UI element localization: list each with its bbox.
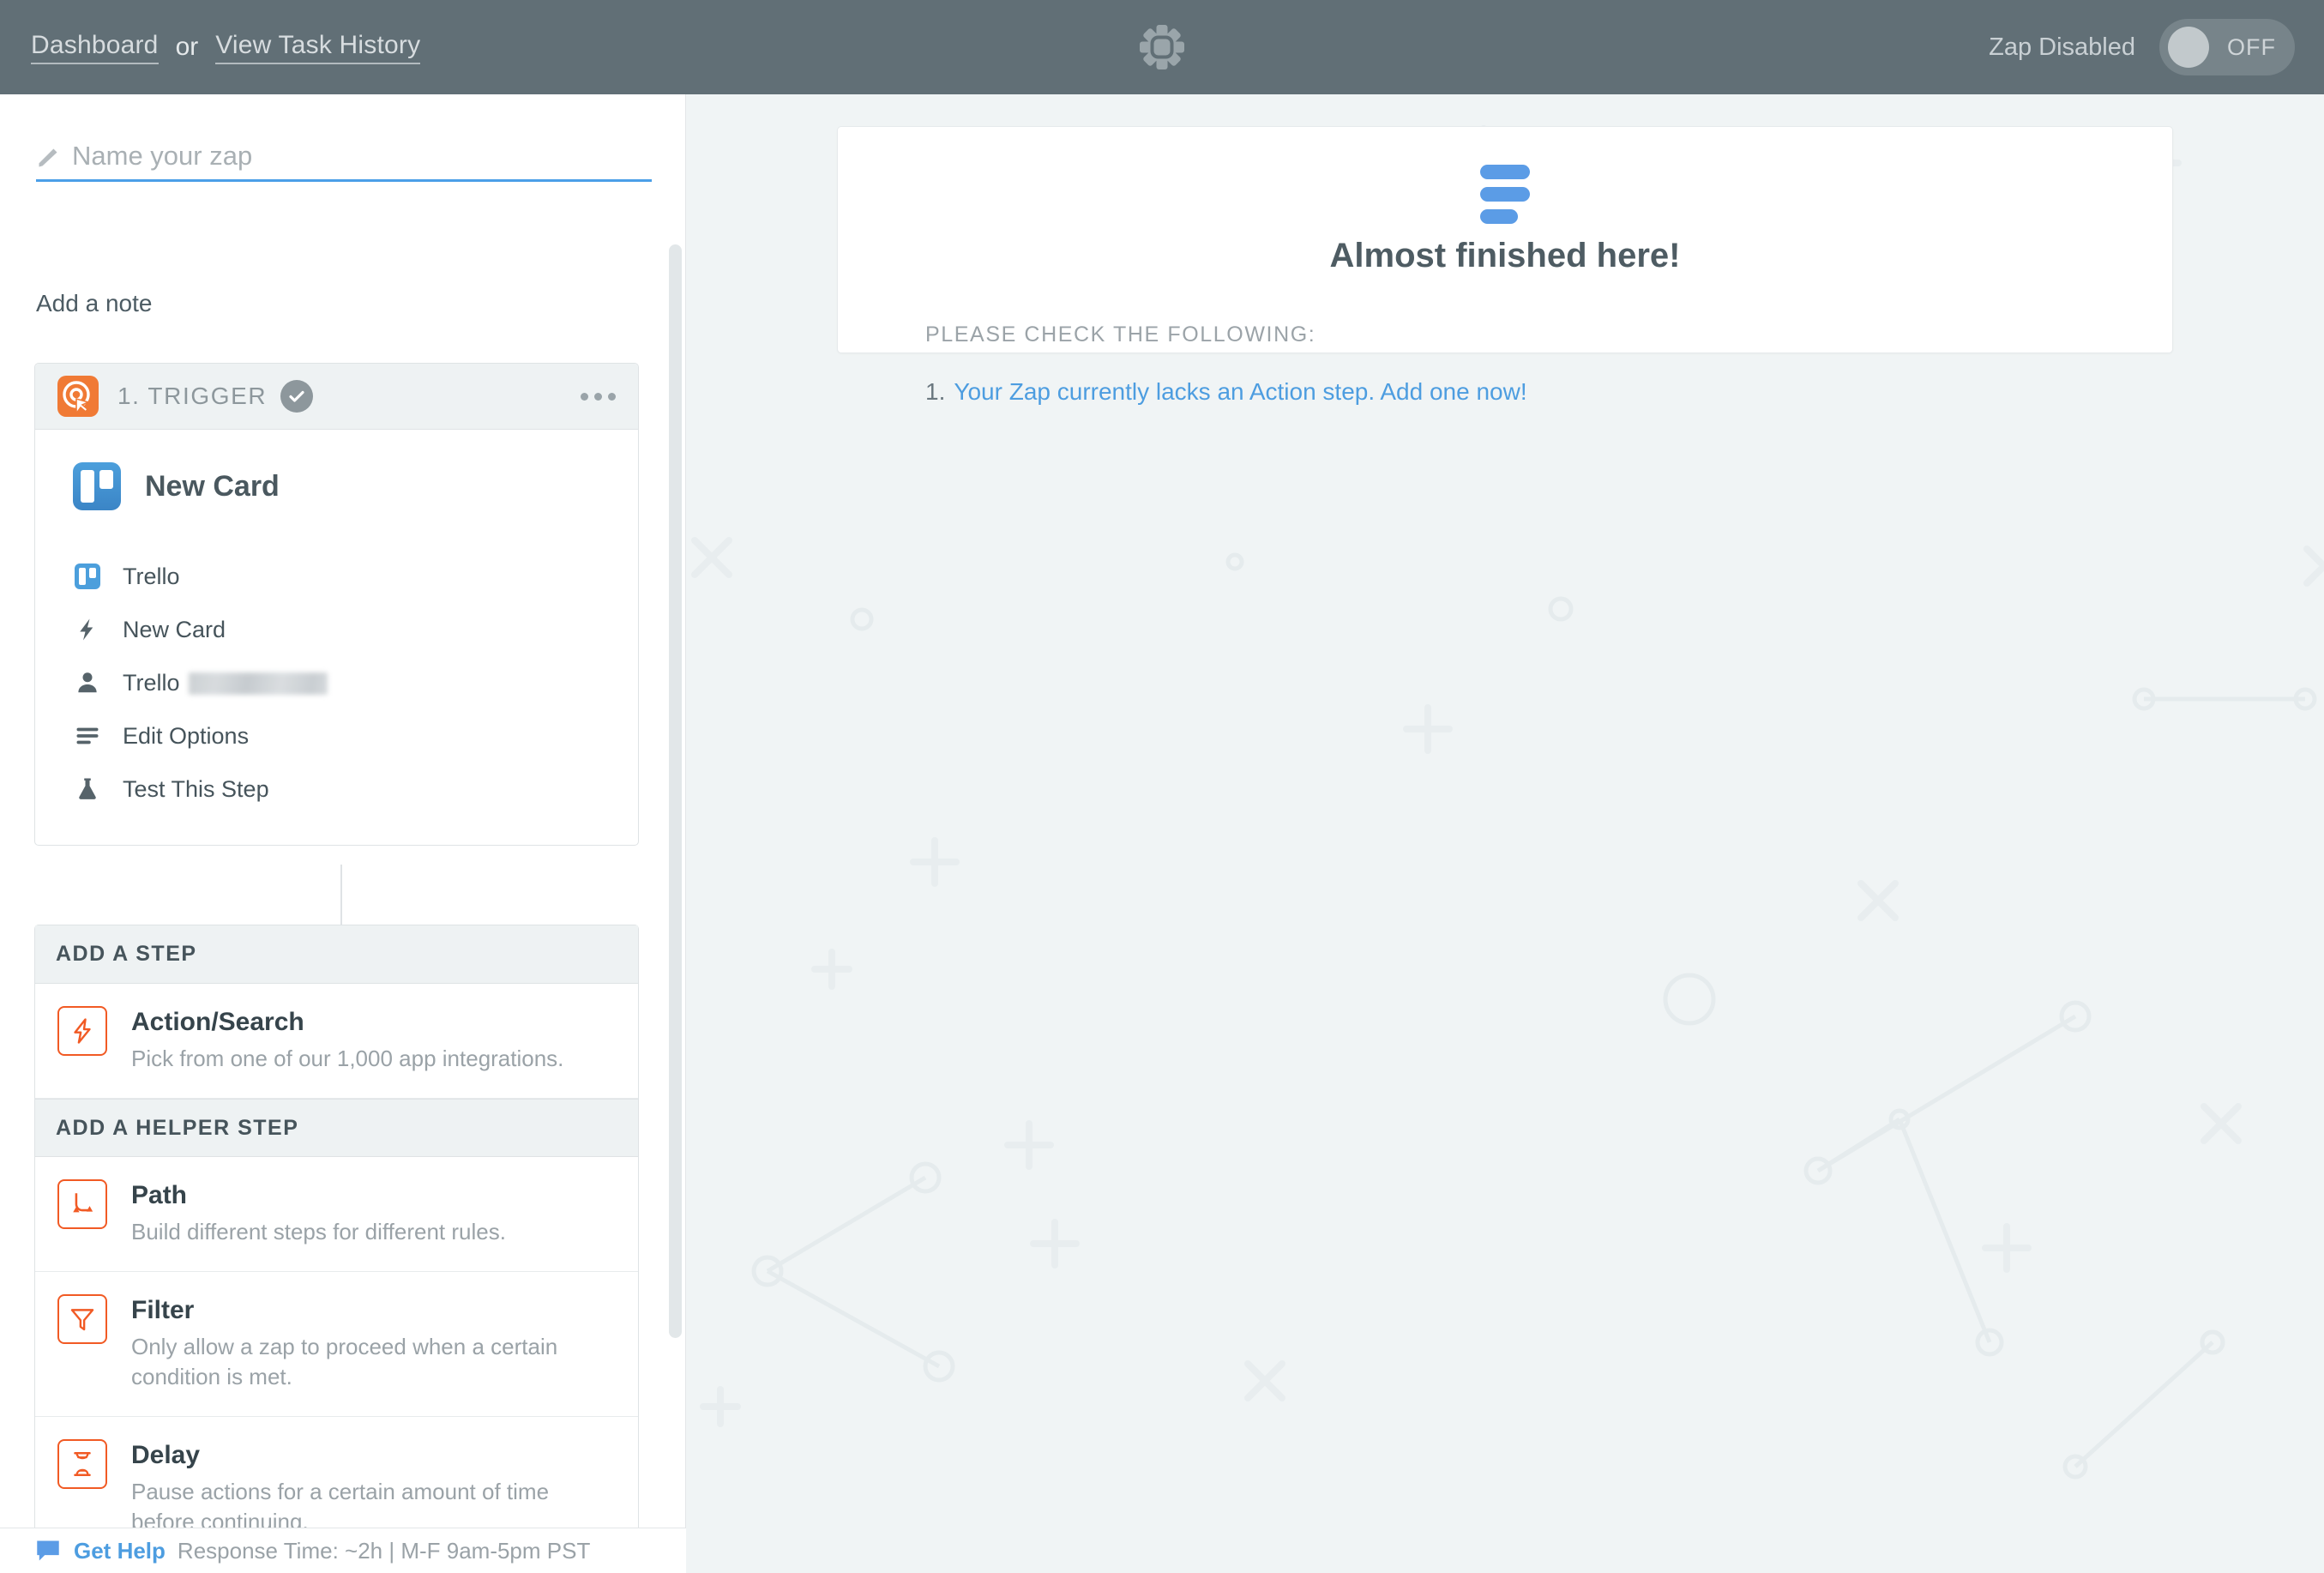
issue-number: 1. [925, 378, 946, 405]
add-action-step-link[interactable]: Your Zap currently lacks an Action step.… [954, 378, 1526, 406]
trigger-step-row-app[interactable]: Trello [35, 550, 638, 603]
view-task-history-link[interactable]: View Task History [215, 31, 421, 64]
add-a-helper-step-header: ADD A HELPER STEP [35, 1099, 638, 1158]
step-label-event: New Card [123, 616, 226, 642]
step-label-app: Trello [123, 563, 180, 589]
step-label-edit-options: Edit Options [123, 722, 250, 749]
trello-icon [73, 462, 121, 510]
add-a-note-button[interactable]: Add a note [36, 290, 152, 317]
trigger-card-header[interactable]: 1. TRIGGER [35, 364, 638, 430]
trigger-step-label: 1. TRIGGER [117, 383, 268, 409]
option-description: Only allow a zap to proceed when a certa… [131, 1334, 558, 1390]
option-title: Action/Search [131, 1008, 304, 1036]
branch-path-icon [57, 1179, 107, 1230]
zap-status-card: Almost finished here! PLEASE CHECK THE F… [837, 126, 2173, 405]
zap-status-area: Zap Disabled OFF [1989, 0, 2295, 94]
get-help-link[interactable]: Get Help [74, 1538, 166, 1564]
sidebar-scrollbar-thumb[interactable] [669, 244, 682, 1338]
zap-status-label: Zap Disabled [1989, 33, 2135, 61]
list-lines-icon [73, 721, 102, 750]
funnel-icon [57, 1294, 107, 1345]
three-bars-icon [1480, 165, 1530, 224]
check-circle-icon [280, 380, 314, 413]
step-connector-line [340, 865, 342, 926]
option-description: Pause actions for a certain amount of ti… [131, 1479, 550, 1528]
zap-enable-toggle[interactable]: OFF [2159, 19, 2295, 75]
trigger-step-row-event[interactable]: New Card [35, 603, 638, 656]
sidebar-scroll-region[interactable]: Add a note 1. TRIGGER [0, 94, 685, 1528]
trigger-title: New Card [145, 469, 280, 503]
pencil-icon [39, 148, 57, 167]
toggle-knob [2168, 27, 2209, 68]
page-title: Almost finished here! [1329, 237, 1681, 274]
trigger-step-row-account[interactable]: Trello [35, 656, 638, 709]
option-description: Build different steps for different rule… [131, 1219, 506, 1245]
trigger-card-body: New Card Trello New Card Trello Edit Opt… [35, 430, 638, 845]
step-label-test: Test This Step [123, 775, 269, 802]
helper-step-option-path[interactable]: Path Build different steps for different… [35, 1157, 638, 1273]
option-title: Delay [131, 1441, 201, 1470]
helper-step-option-delay[interactable]: Delay Pause actions for a certain amount… [35, 1417, 638, 1528]
zapier-asterisk-icon [1137, 22, 1187, 72]
trigger-step-row-test[interactable]: Test This Step [35, 762, 638, 816]
lightning-bolt-outline-icon [57, 1006, 107, 1056]
flask-icon [73, 774, 102, 804]
top-bar-nav: Dashboard or View Task History [31, 0, 421, 94]
top-bar: Dashboard or View Task History Zap Disab… [0, 0, 2324, 94]
main-content-area: Almost finished here! PLEASE CHECK THE F… [686, 94, 2324, 1573]
helper-step-option-filter[interactable]: Filter Only allow a zap to proceed when … [35, 1272, 638, 1418]
help-footer-bar: Get Help Response Time: ~2h | M-F 9am-5p… [0, 1528, 686, 1573]
person-icon [73, 668, 102, 697]
hourglass-icon [57, 1439, 107, 1490]
trigger-step-card: 1. TRIGGER New Card Trello New Card Trel… [34, 363, 639, 846]
option-title: Path [131, 1181, 188, 1210]
sidebar-scrollbar-track[interactable] [669, 94, 684, 1528]
nav-separator-text: or [175, 33, 199, 61]
zap-name-input[interactable] [72, 142, 638, 172]
toggle-state-label: OFF [2227, 33, 2276, 60]
option-description: Pick from one of our 1,000 app integrati… [131, 1046, 564, 1071]
step-label-account: Trello [123, 670, 328, 696]
zap-editor-sidebar: Add a note 1. TRIGGER [0, 94, 686, 1528]
add-step-option-action-search[interactable]: Action/Search Pick from one of our 1,000… [35, 984, 638, 1100]
trigger-title-row: New Card [35, 462, 638, 510]
check-following-label: PLEASE CHECK THE FOLLOWING: [925, 322, 1316, 347]
trello-icon [73, 562, 102, 591]
trigger-step-row-edit-options[interactable]: Edit Options [35, 709, 638, 762]
dashboard-link[interactable]: Dashboard [31, 31, 159, 64]
trigger-target-icon [57, 376, 99, 417]
support-hours-text: Response Time: ~2h | M-F 9am-5pm PST [177, 1537, 591, 1564]
redacted-account-name [188, 672, 328, 696]
add-a-step-header: ADD A STEP [35, 925, 638, 984]
chat-bubble-icon [37, 1540, 59, 1561]
ellipsis-icon[interactable] [581, 392, 616, 401]
issue-list-item: 1. Your Zap currently lacks an Action st… [925, 378, 1527, 406]
zap-name-row [36, 142, 652, 183]
lightning-bolt-icon [73, 615, 102, 644]
account-app-name: Trello [123, 669, 180, 696]
add-step-card: ADD A STEP Action/Search Pick from one o… [34, 925, 639, 1528]
option-title: Filter [131, 1296, 195, 1325]
